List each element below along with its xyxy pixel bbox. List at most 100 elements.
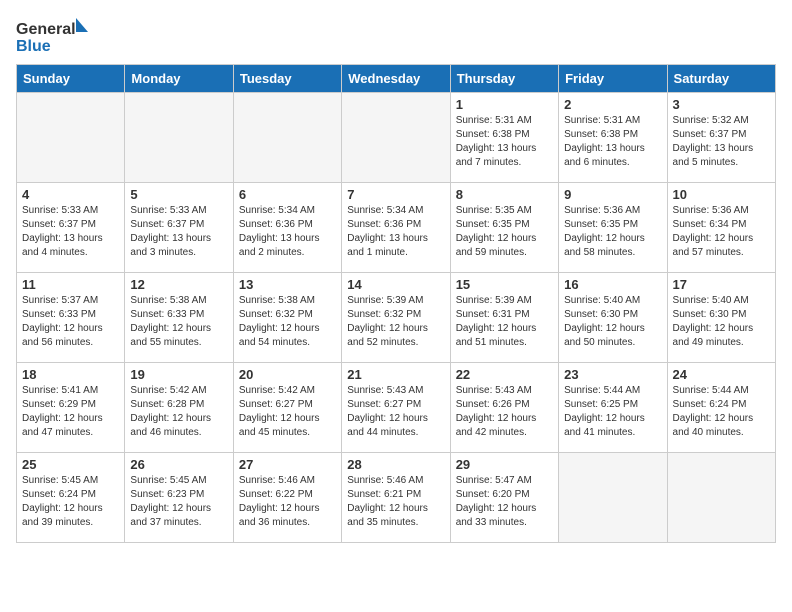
day-info: Sunrise: 5:44 AM Sunset: 6:24 PM Dayligh… xyxy=(673,384,770,440)
day-info: Sunrise: 5:42 AM Sunset: 6:27 PM Dayligh… xyxy=(239,384,336,440)
day-info: Sunrise: 5:37 AM Sunset: 6:33 PM Dayligh… xyxy=(22,294,119,350)
calendar-cell: 1Sunrise: 5:31 AM Sunset: 6:38 PM Daylig… xyxy=(450,93,558,183)
calendar-cell: 12 Sunrise: 5:38 AM Sunset: 6:33 PM Dayli… xyxy=(125,273,233,363)
day-info: Sunrise: 5:35 AM Sunset: 6:35 PM Dayligh… xyxy=(456,204,553,260)
day-number: 23 xyxy=(564,367,661,382)
calendar-cell xyxy=(342,93,450,183)
week-row-3: 11 Sunrise: 5:37 AM Sunset: 6:33 PM Dayli… xyxy=(17,273,776,363)
day-info: Sunrise: 5:41 AM Sunset: 6:29 PM Dayligh… xyxy=(22,384,119,440)
day-number: 8 xyxy=(456,187,553,202)
day-info: Sunrise: 5:42 AM Sunset: 6:28 PM Dayligh… xyxy=(130,384,227,440)
day-info: Sunrise: 5:45 AM Sunset: 6:23 PM Dayligh… xyxy=(130,474,227,530)
day-info: Sunrise: 5:38 AM Sunset: 6:33 PM Dayligh… xyxy=(130,294,227,350)
day-info: Sunrise: 5:40 AM Sunset: 6:30 PM Dayligh… xyxy=(673,294,770,350)
day-info: Sunrise: 5:44 AM Sunset: 6:25 PM Dayligh… xyxy=(564,384,661,440)
day-number: 16 xyxy=(564,277,661,292)
calendar-cell: 19 Sunrise: 5:42 AM Sunset: 6:28 PM Dayli… xyxy=(125,363,233,453)
calendar-cell: 20 Sunrise: 5:42 AM Sunset: 6:27 PM Dayli… xyxy=(233,363,341,453)
day-info: Sunrise: 5:32 AM Sunset: 6:37 PM Dayligh… xyxy=(673,114,770,170)
calendar-cell: 23 Sunrise: 5:44 AM Sunset: 6:25 PM Dayli… xyxy=(559,363,667,453)
calendar-cell: 22 Sunrise: 5:43 AM Sunset: 6:26 PM Dayli… xyxy=(450,363,558,453)
calendar-cell xyxy=(233,93,341,183)
day-info: Sunrise: 5:47 AM Sunset: 6:20 PM Dayligh… xyxy=(456,474,553,530)
calendar-cell: 7 Sunrise: 5:34 AM Sunset: 6:36 PM Daylig… xyxy=(342,183,450,273)
day-info: Sunrise: 5:33 AM Sunset: 6:37 PM Dayligh… xyxy=(22,204,119,260)
day-info: Sunrise: 5:36 AM Sunset: 6:34 PM Dayligh… xyxy=(673,204,770,260)
day-number: 29 xyxy=(456,457,553,472)
day-info: Sunrise: 5:43 AM Sunset: 6:26 PM Dayligh… xyxy=(456,384,553,440)
calendar-cell: 26 Sunrise: 5:45 AM Sunset: 6:23 PM Dayli… xyxy=(125,453,233,543)
day-info: Sunrise: 5:45 AM Sunset: 6:24 PM Dayligh… xyxy=(22,474,119,530)
day-number: 21 xyxy=(347,367,444,382)
calendar-cell: 3 Sunrise: 5:32 AM Sunset: 6:37 PM Daylig… xyxy=(667,93,775,183)
calendar-cell: 15 Sunrise: 5:39 AM Sunset: 6:31 PM Dayli… xyxy=(450,273,558,363)
week-row-2: 4 Sunrise: 5:33 AM Sunset: 6:37 PM Daylig… xyxy=(17,183,776,273)
day-number: 18 xyxy=(22,367,119,382)
col-header-saturday: Saturday xyxy=(667,65,775,93)
calendar-cell xyxy=(125,93,233,183)
day-number: 14 xyxy=(347,277,444,292)
calendar-cell: 18 Sunrise: 5:41 AM Sunset: 6:29 PM Dayli… xyxy=(17,363,125,453)
day-info: Sunrise: 5:39 AM Sunset: 6:31 PM Dayligh… xyxy=(456,294,553,350)
calendar-cell: 28 Sunrise: 5:46 AM Sunset: 6:21 PM Dayli… xyxy=(342,453,450,543)
calendar-cell: 27 Sunrise: 5:46 AM Sunset: 6:22 PM Dayli… xyxy=(233,453,341,543)
day-info: Sunrise: 5:34 AM Sunset: 6:36 PM Dayligh… xyxy=(347,204,444,260)
day-number: 13 xyxy=(239,277,336,292)
col-header-wednesday: Wednesday xyxy=(342,65,450,93)
day-number: 24 xyxy=(673,367,770,382)
day-number: 19 xyxy=(130,367,227,382)
calendar-cell: 21 Sunrise: 5:43 AM Sunset: 6:27 PM Dayli… xyxy=(342,363,450,453)
calendar-cell xyxy=(667,453,775,543)
svg-text:Blue: Blue xyxy=(16,38,51,55)
header: GeneralBlue xyxy=(16,16,776,56)
day-info: Sunrise: 5:38 AM Sunset: 6:32 PM Dayligh… xyxy=(239,294,336,350)
day-number: 7 xyxy=(347,187,444,202)
calendar-cell: 16 Sunrise: 5:40 AM Sunset: 6:30 PM Dayli… xyxy=(559,273,667,363)
calendar-cell: 17 Sunrise: 5:40 AM Sunset: 6:30 PM Dayli… xyxy=(667,273,775,363)
calendar-table: SundayMondayTuesdayWednesdayThursdayFrid… xyxy=(16,64,776,543)
day-number: 27 xyxy=(239,457,336,472)
calendar-header-row: SundayMondayTuesdayWednesdayThursdayFrid… xyxy=(17,65,776,93)
calendar-cell: 9Sunrise: 5:36 AM Sunset: 6:35 PM Daylig… xyxy=(559,183,667,273)
day-number: 6 xyxy=(239,187,336,202)
col-header-tuesday: Tuesday xyxy=(233,65,341,93)
calendar-cell: 10 Sunrise: 5:36 AM Sunset: 6:34 PM Dayli… xyxy=(667,183,775,273)
day-number: 17 xyxy=(673,277,770,292)
day-number: 12 xyxy=(130,277,227,292)
day-number: 2 xyxy=(564,97,661,112)
day-number: 4 xyxy=(22,187,119,202)
col-header-sunday: Sunday xyxy=(17,65,125,93)
logo: GeneralBlue xyxy=(16,16,96,56)
calendar-cell: 6Sunrise: 5:34 AM Sunset: 6:36 PM Daylig… xyxy=(233,183,341,273)
calendar-cell: 11 Sunrise: 5:37 AM Sunset: 6:33 PM Dayli… xyxy=(17,273,125,363)
calendar-cell: 25Sunrise: 5:45 AM Sunset: 6:24 PM Dayli… xyxy=(17,453,125,543)
logo-svg: GeneralBlue xyxy=(16,16,96,56)
day-number: 15 xyxy=(456,277,553,292)
day-number: 5 xyxy=(130,187,227,202)
calendar-cell: 13 Sunrise: 5:38 AM Sunset: 6:32 PM Dayli… xyxy=(233,273,341,363)
day-number: 10 xyxy=(673,187,770,202)
day-info: Sunrise: 5:43 AM Sunset: 6:27 PM Dayligh… xyxy=(347,384,444,440)
calendar-cell: 4 Sunrise: 5:33 AM Sunset: 6:37 PM Daylig… xyxy=(17,183,125,273)
calendar-cell: 2 Sunrise: 5:31 AM Sunset: 6:38 PM Daylig… xyxy=(559,93,667,183)
day-number: 1 xyxy=(456,97,553,112)
calendar-cell: 14 Sunrise: 5:39 AM Sunset: 6:32 PM Dayli… xyxy=(342,273,450,363)
col-header-friday: Friday xyxy=(559,65,667,93)
col-header-monday: Monday xyxy=(125,65,233,93)
day-info: Sunrise: 5:46 AM Sunset: 6:22 PM Dayligh… xyxy=(239,474,336,530)
day-info: Sunrise: 5:46 AM Sunset: 6:21 PM Dayligh… xyxy=(347,474,444,530)
day-info: Sunrise: 5:39 AM Sunset: 6:32 PM Dayligh… xyxy=(347,294,444,350)
day-info: Sunrise: 5:40 AM Sunset: 6:30 PM Dayligh… xyxy=(564,294,661,350)
svg-text:General: General xyxy=(16,21,76,38)
day-number: 28 xyxy=(347,457,444,472)
day-number: 22 xyxy=(456,367,553,382)
day-number: 26 xyxy=(130,457,227,472)
day-number: 20 xyxy=(239,367,336,382)
calendar-cell xyxy=(559,453,667,543)
day-number: 11 xyxy=(22,277,119,292)
day-number: 3 xyxy=(673,97,770,112)
calendar-cell: 5Sunrise: 5:33 AM Sunset: 6:37 PM Daylig… xyxy=(125,183,233,273)
day-info: Sunrise: 5:31 AM Sunset: 6:38 PM Dayligh… xyxy=(564,114,661,170)
calendar-cell xyxy=(17,93,125,183)
calendar-cell: 29 Sunrise: 5:47 AM Sunset: 6:20 PM Dayli… xyxy=(450,453,558,543)
